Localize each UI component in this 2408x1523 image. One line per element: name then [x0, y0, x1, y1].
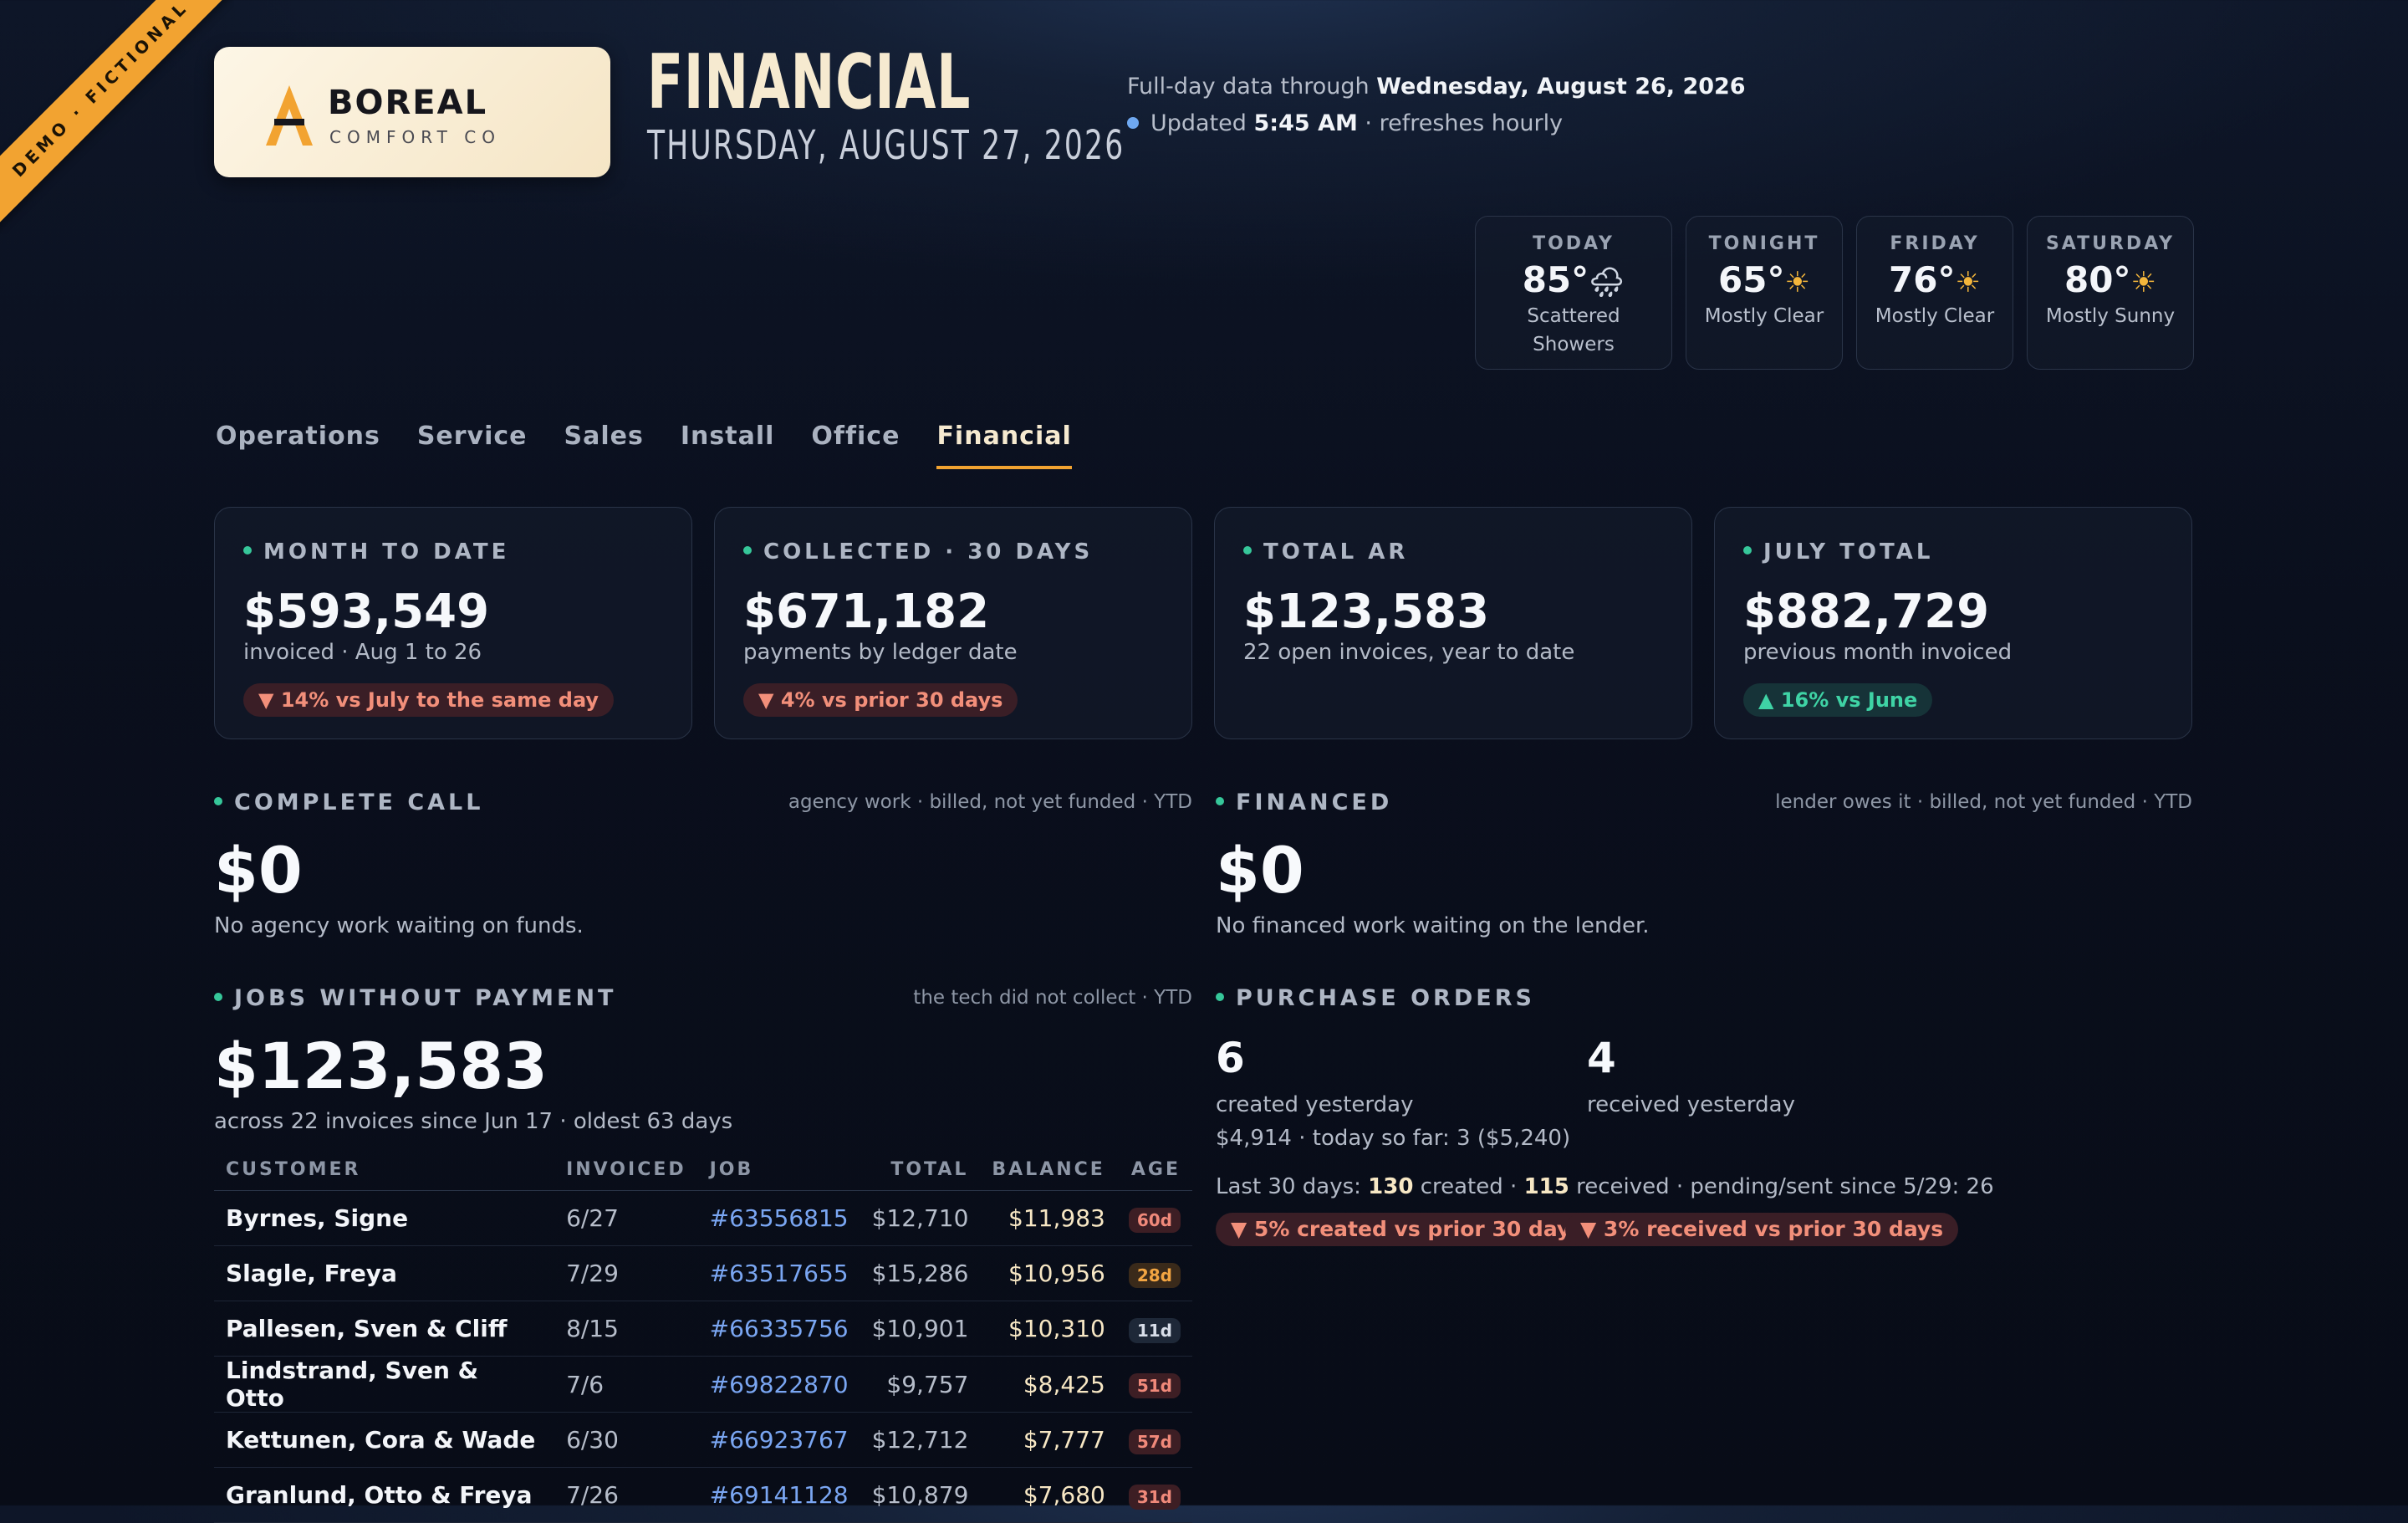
po-created-sub: $4,914 · today so far: 3 ($5,240) — [1216, 1126, 1571, 1151]
status-dot-icon — [1127, 117, 1139, 129]
tab-install[interactable]: Install — [681, 422, 775, 469]
jobs-note: the tech did not collect · YTD — [913, 987, 1192, 1009]
financed-heading: FINANCED — [1216, 790, 1392, 815]
weather-today: TODAY 85°🌧 Scattered Showers — [1475, 216, 1672, 370]
complete-call-desc: No agency work waiting on funds. — [214, 913, 584, 938]
nav-tabs: Operations Service Sales Install Office … — [216, 422, 1109, 469]
job-link[interactable]: #66335756 — [697, 1301, 860, 1357]
job-link[interactable]: #69141128 — [697, 1467, 860, 1523]
weather-tonight: TONIGHT 65°☀ Mostly Clear — [1686, 216, 1843, 370]
job-link[interactable]: #63517655 — [697, 1245, 860, 1301]
age-badge: 51d — [1128, 1373, 1181, 1398]
weather-friday: FRIDAY 76°☀ Mostly Clear — [1856, 216, 2013, 370]
trend-badge: ▼ 14% vs July to the same day — [243, 683, 615, 717]
kpi-value: $882,729 — [1743, 585, 1990, 639]
col-invoiced[interactable]: INVOICED — [554, 1151, 698, 1191]
jobs-heading: JOBS WITHOUT PAYMENT — [214, 985, 616, 1011]
kpi-subtitle: previous month invoiced — [1743, 640, 2013, 665]
tab-financial[interactable]: Financial — [936, 422, 1072, 469]
sun-icon: ☀ — [2130, 266, 2156, 299]
financed-value: $0 — [1216, 833, 1304, 907]
tab-service[interactable]: Service — [417, 422, 528, 469]
age-badge: 28d — [1128, 1262, 1181, 1288]
kpi-card-collected: COLLECTED · 30 DAYS $671,182 payments by… — [714, 507, 1192, 739]
status-dot-icon — [214, 797, 222, 805]
complete-call-value: $0 — [214, 833, 303, 907]
status-dot-icon — [214, 993, 222, 1001]
kpi-value: $593,549 — [243, 585, 490, 639]
status-dot-icon — [1743, 546, 1752, 555]
job-link[interactable]: #66923767 — [697, 1412, 860, 1468]
jobs-table: CUSTOMER INVOICED JOB TOTAL BALANCE AGE … — [214, 1151, 1192, 1523]
jobs-value: $123,583 — [214, 1029, 548, 1103]
po-created-label: created yesterday — [1216, 1092, 1414, 1117]
col-total[interactable]: TOTAL — [860, 1151, 981, 1191]
status-dot-icon — [1216, 797, 1224, 805]
kpi-value: $123,583 — [1243, 585, 1490, 639]
complete-call-heading: COMPLETE CALL — [214, 790, 483, 815]
po-created-trend-badge: ▼ 5% created vs prior 30 days — [1216, 1213, 1599, 1246]
status-dot-icon — [243, 546, 252, 555]
col-balance[interactable]: BALANCE — [980, 1151, 1117, 1191]
sun-icon: ☀ — [1784, 266, 1810, 299]
sun-icon: ☀ — [1955, 266, 1981, 299]
kpi-subtitle: payments by ledger date — [743, 640, 1018, 665]
job-link[interactable]: #69822870 — [697, 1356, 860, 1413]
age-badge: 11d — [1128, 1317, 1181, 1343]
demo-ribbon-wrap: DEMO · FICTIONAL — [0, 0, 234, 234]
page-date: THURSDAY, AUGUST 27, 2026 — [647, 122, 1125, 169]
page-title: FINANCIAL — [647, 38, 972, 126]
table-row[interactable]: Granlund, Otto & Freya 7/26 #69141128 $1… — [214, 1467, 1192, 1523]
po-created-count: 6 — [1216, 1034, 1245, 1082]
po-received-label: received yesterday — [1587, 1092, 1795, 1117]
financed-note: lender owes it · billed, not yet funded … — [1775, 791, 2192, 813]
table-header-row: CUSTOMER INVOICED JOB TOTAL BALANCE AGE — [214, 1151, 1192, 1191]
age-badge: 57d — [1128, 1428, 1181, 1454]
financed-desc: No financed work waiting on the lender. — [1216, 913, 1650, 938]
brand-subtitle: COMFORT CO — [329, 127, 501, 147]
tab-office[interactable]: Office — [811, 422, 900, 469]
po-last-30-days: Last 30 days: 130 created · 115 received… — [1216, 1174, 1994, 1199]
table-row[interactable]: Byrnes, Signe 6/27 #63556815 $12,710 $11… — [214, 1190, 1192, 1246]
kpi-subtitle: 22 open invoices, year to date — [1243, 640, 1575, 665]
age-badge: 60d — [1128, 1207, 1181, 1233]
job-link[interactable]: #63556815 — [697, 1190, 860, 1246]
status-dot-icon — [1216, 993, 1224, 1001]
brand-a-icon — [266, 85, 313, 146]
col-customer[interactable]: CUSTOMER — [214, 1151, 555, 1191]
po-received-trend-badge: ▼ 3% received vs prior 30 days — [1565, 1213, 1959, 1246]
tab-operations[interactable]: Operations — [216, 422, 380, 469]
kpi-card-month-to-date: MONTH TO DATE $593,549 invoiced · Aug 1 … — [214, 507, 692, 739]
tab-sales[interactable]: Sales — [564, 422, 644, 469]
complete-call-note: agency work · billed, not yet funded · Y… — [788, 791, 1192, 813]
col-job[interactable]: JOB — [697, 1151, 860, 1191]
jobs-desc: across 22 invoices since Jun 17 · oldest… — [214, 1109, 733, 1134]
rain-cloud-icon: 🌧 — [1589, 266, 1625, 299]
purchase-orders-heading: PURCHASE ORDERS — [1216, 985, 1535, 1011]
age-badge: 31d — [1128, 1484, 1181, 1510]
trend-badge: ▼ 4% vs prior 30 days — [743, 683, 1018, 717]
trend-badge: ▲ 16% vs June — [1743, 683, 1933, 717]
table-row[interactable]: Slagle, Freya 7/29 #63517655 $15,286 $10… — [214, 1245, 1192, 1301]
weather-saturday: SATURDAY 80°☀ Mostly Sunny — [2027, 216, 2194, 370]
po-received-count: 4 — [1587, 1034, 1616, 1082]
kpi-card-july-total: JULY TOTAL $882,729 previous month invoi… — [1714, 507, 2192, 739]
table-row[interactable]: Lindstrand, Sven & Otto 7/6 #69822870 $9… — [214, 1356, 1192, 1413]
status-dot-icon — [743, 546, 752, 555]
table-row[interactable]: Pallesen, Sven & Cliff 8/15 #66335756 $1… — [214, 1301, 1192, 1357]
data-through: Full-day data through Wednesday, August … — [1127, 74, 1746, 100]
kpi-card-total-ar: TOTAL AR $123,583 22 open invoices, year… — [1214, 507, 1692, 739]
demo-ribbon: DEMO · FICTIONAL — [0, 0, 234, 234]
table-row[interactable]: Kettunen, Cora & Wade 6/30 #66923767 $12… — [214, 1412, 1192, 1468]
brand-logo: BOREAL COMFORT CO — [214, 47, 610, 177]
status-dot-icon — [1243, 546, 1252, 555]
col-age[interactable]: AGE — [1116, 1151, 1192, 1191]
updated-status: Updated 5:45 AM · refreshes hourly — [1127, 110, 1563, 136]
brand-name: BOREAL — [328, 84, 488, 122]
kpi-value: $671,182 — [743, 585, 990, 639]
kpi-subtitle: invoiced · Aug 1 to 26 — [243, 640, 482, 665]
